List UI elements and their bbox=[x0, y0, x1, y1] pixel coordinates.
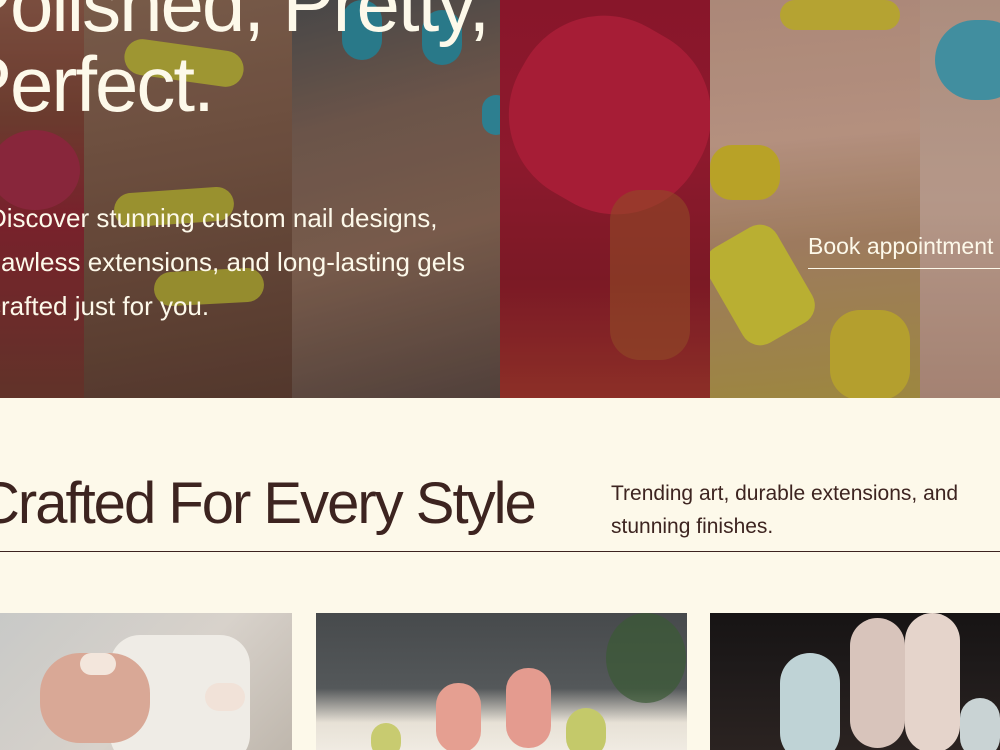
cherry-nail bbox=[506, 668, 551, 748]
section-title: Crafted For Every Style bbox=[0, 471, 537, 536]
flower-nail bbox=[780, 653, 840, 750]
gallery-card-3d-flower-art[interactable] bbox=[710, 613, 1000, 750]
nude-nail bbox=[905, 613, 960, 750]
green-nail bbox=[371, 723, 401, 750]
section-description-line-2: stunning finishes. bbox=[611, 515, 774, 538]
hero-title-line-2: Perfect. bbox=[0, 40, 215, 128]
hero-description-line-1: Discover stunning custom nail designs, bbox=[0, 203, 438, 233]
hero-description-line-3: crafted just for you. bbox=[0, 291, 210, 321]
french-nail bbox=[205, 683, 245, 711]
french-nail bbox=[80, 653, 116, 675]
star-nail bbox=[850, 618, 905, 748]
hero-description-line-2: flawless extensions, and long-lasting ge… bbox=[0, 247, 465, 277]
clear-nail bbox=[960, 698, 1000, 750]
gallery-card-french-tips[interactable] bbox=[0, 613, 292, 750]
hero-banner: Polished, Pretty,Perfect. Discover stunn… bbox=[0, 0, 1000, 398]
green-nail bbox=[566, 708, 606, 750]
hero-description: Discover stunning custom nail designs, f… bbox=[0, 196, 548, 328]
plant-image bbox=[606, 613, 686, 703]
hero-title: Polished, Pretty,Perfect. bbox=[0, 0, 490, 128]
book-appointment-link[interactable]: Book appointment bbox=[808, 233, 1000, 269]
section-divider bbox=[0, 551, 1000, 552]
cherry-nail bbox=[436, 683, 481, 750]
section-description-line-1: Trending art, durable extensions, and bbox=[611, 482, 959, 505]
gallery-card-cherry-art[interactable] bbox=[316, 613, 687, 750]
section-description: Trending art, durable extensions, and st… bbox=[611, 477, 1000, 543]
